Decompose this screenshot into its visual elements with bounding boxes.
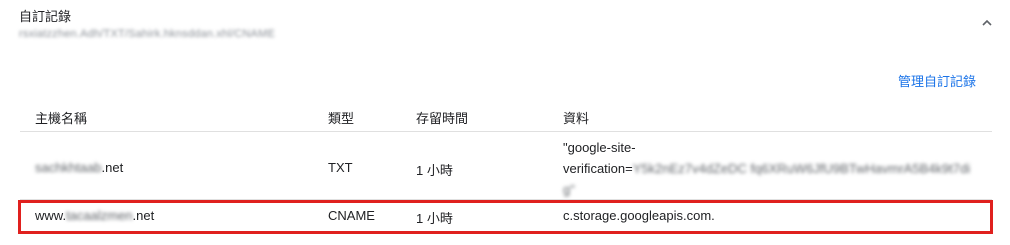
column-header-type: 類型 xyxy=(328,111,355,126)
manage-custom-records-link[interactable]: 管理自訂記錄 xyxy=(898,71,976,90)
row-ttl: 1 小時 xyxy=(416,163,453,178)
data-redacted: g" xyxy=(563,182,575,197)
hostname-suffix: .net xyxy=(101,160,124,175)
row-type: TXT xyxy=(328,160,353,175)
data-line: verification=Y5k2nEz7v4dZeDC fq6XRuW6JfU… xyxy=(563,158,983,179)
data-line: "google-site- xyxy=(563,140,636,155)
data-redacted: Y5k2nEz7v4dZeDC fq6XRuW6JfU9BTwHavmrA5B4… xyxy=(632,161,971,176)
header-divider xyxy=(20,131,992,132)
column-header-hostname: 主機名稱 xyxy=(35,111,88,126)
data-line: g" xyxy=(563,179,983,200)
row-data: "google-site- verification=Y5k2nEz7v4dZe… xyxy=(563,137,983,200)
row-hostname: sachkhtaab.net xyxy=(35,160,123,175)
section-title: 自訂記錄 xyxy=(19,9,72,24)
column-header-data: 資料 xyxy=(563,111,590,126)
chevron-up-icon[interactable] xyxy=(978,14,996,32)
highlight-box xyxy=(18,200,993,234)
hostname-redacted: sachkhtaab xyxy=(35,160,102,175)
column-header-ttl: 存留時間 xyxy=(416,111,469,126)
data-prefix: verification= xyxy=(563,161,633,176)
section-subtitle: rsxiatzzhen.Adh/TXT/Sahirk.hknsddan.xhl/… xyxy=(19,28,275,40)
